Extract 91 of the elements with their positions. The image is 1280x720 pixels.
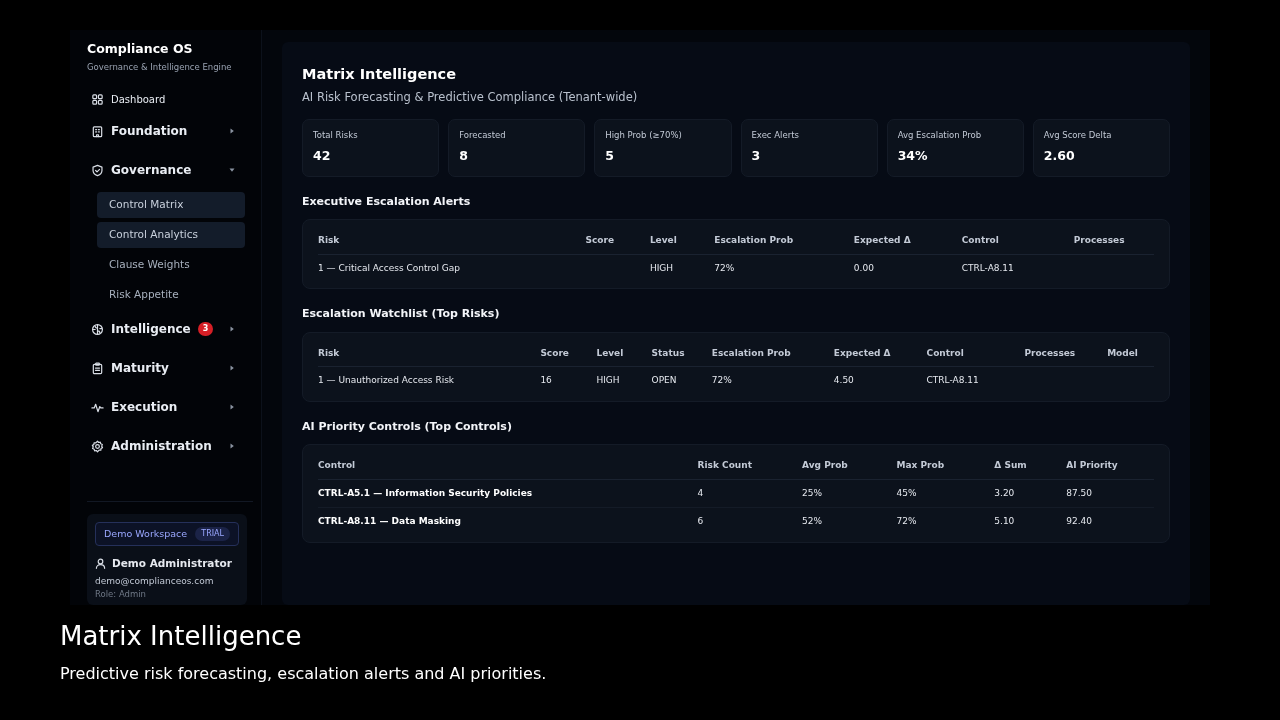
nav-item[interactable]: Execution xyxy=(87,387,253,427)
table-cell: 72% xyxy=(714,262,735,273)
table-cell: 72% xyxy=(711,375,732,385)
table-cell: 72% xyxy=(896,516,917,526)
column-header: Escalation Prob xyxy=(714,235,794,245)
workspace-selector[interactable]: Demo Workspace TRIAL xyxy=(95,521,239,546)
table-cell: 4 xyxy=(697,487,704,498)
brain-icon xyxy=(91,322,104,336)
table-cell: CTRL-A5.1 — Information Security Policies xyxy=(318,487,533,498)
column-header: Control xyxy=(961,235,999,245)
user-role: Role: Admin xyxy=(95,588,147,601)
clipboard-icon xyxy=(91,361,104,375)
stat-label: Forecasted xyxy=(459,129,507,142)
section-title: Executive Escalation Alerts xyxy=(302,193,472,210)
table-cell: 52% xyxy=(802,516,823,526)
nav-item[interactable]: Foundation xyxy=(87,111,253,151)
nav-subitem[interactable]: Clause Weights xyxy=(97,251,245,278)
column-header: Risk Count xyxy=(697,460,752,470)
stat-value: 34% xyxy=(897,146,929,165)
building-icon xyxy=(91,124,104,138)
table-cell: 1 — Unauthorized Access Risk xyxy=(318,375,455,385)
nav-item[interactable]: Administration xyxy=(87,426,253,466)
column-header: Risk xyxy=(318,347,340,358)
table-cell: 25% xyxy=(802,487,823,498)
column-header: Δ Sum xyxy=(994,460,1027,470)
table-cell: CTRL-A8.11 xyxy=(961,262,1014,273)
column-header: Control xyxy=(318,460,356,470)
column-header: Control xyxy=(926,347,964,358)
notification-badge: 3 xyxy=(197,322,214,336)
column-header: Avg Prob xyxy=(802,460,848,470)
table-cell: 0.00 xyxy=(853,262,874,273)
table-cell: 45% xyxy=(896,487,917,498)
table-cell: 6 xyxy=(697,516,704,526)
stat-label: Avg Escalation Prob xyxy=(897,129,983,142)
user-icon xyxy=(95,558,106,570)
column-header: Expected Δ xyxy=(833,347,891,358)
caption-title: Matrix Intelligence xyxy=(60,620,303,653)
table-cell: 5.10 xyxy=(994,516,1015,526)
column-header: Max Prob xyxy=(896,460,945,470)
stat-value: 42 xyxy=(313,146,332,165)
column-header: Model xyxy=(1107,347,1138,358)
column-header: Processes xyxy=(1024,347,1076,358)
nav-item[interactable]: Intelligence 3 xyxy=(87,309,253,349)
stat-label: Avg Score Delta xyxy=(1043,129,1113,142)
table-cell: HIGH xyxy=(596,375,620,385)
column-header: AI Priority xyxy=(1066,460,1118,470)
column-header: Escalation Prob xyxy=(711,347,791,358)
column-header: Score xyxy=(585,235,615,245)
caption-text: Predictive risk forecasting, escalation alerts and AI priorities. xyxy=(60,663,548,685)
nav-subitem[interactable]: Risk Appetite xyxy=(97,281,245,308)
column-header: Status xyxy=(651,347,685,358)
table-cell: 3.20 xyxy=(994,487,1015,498)
table-cell: CTRL-A8.11 — Data Masking xyxy=(318,516,461,526)
nav-item[interactable]: Dashboard xyxy=(87,87,253,112)
stat-label: Total Risks xyxy=(313,129,359,142)
shield-icon xyxy=(91,163,104,177)
grid-icon xyxy=(91,93,104,106)
column-header: Processes xyxy=(1073,235,1125,245)
app-title: Compliance OS xyxy=(87,40,194,58)
nav-subitem[interactable]: Control Analytics xyxy=(97,221,245,248)
nav-item[interactable]: Maturity xyxy=(87,348,253,388)
table-cell: 87.50 xyxy=(1066,487,1092,498)
stat-value: 8 xyxy=(459,146,469,165)
plan-badge: TRIAL xyxy=(195,526,230,541)
table-cell: 16 xyxy=(540,375,552,385)
column-header: Level xyxy=(649,235,677,245)
table-cell: 92.40 xyxy=(1066,516,1092,526)
column-header: Risk xyxy=(318,235,340,245)
app-subtitle: Governance & Intelligence Engine xyxy=(87,60,233,74)
column-header: Expected Δ xyxy=(853,235,911,245)
table-cell: CTRL-A8.11 xyxy=(926,375,979,385)
user-email: demo@complianceos.com xyxy=(95,574,215,588)
page-subtitle: AI Risk Forecasting & Predictive Compliance (Tenant-wide) xyxy=(302,88,639,106)
user-name: Demo Administrator xyxy=(112,556,232,571)
column-header: Score xyxy=(540,347,569,358)
table-cell: HIGH xyxy=(649,262,674,273)
table-cell: 4.50 xyxy=(833,375,854,385)
settings-icon xyxy=(91,439,104,453)
stat-value: 3 xyxy=(751,146,762,165)
stat-label: Exec Alerts xyxy=(751,129,800,142)
stat-value: 2.60 xyxy=(1043,146,1076,165)
stat-value: 5 xyxy=(605,146,616,165)
column-header: Level xyxy=(596,347,624,358)
nav-subitem[interactable]: Control Matrix xyxy=(97,191,245,218)
section-title: Escalation Watchlist (Top Risks) xyxy=(302,306,501,322)
table-cell: 1 — Critical Access Control Gap xyxy=(318,262,461,273)
table-cell: OPEN xyxy=(651,375,677,385)
page-title: Matrix Intelligence xyxy=(302,65,458,84)
stat-label: High Prob (≥70%) xyxy=(605,129,683,142)
nav-item[interactable]: Governance xyxy=(87,150,253,190)
section-title: AI Priority Controls (Top Controls) xyxy=(302,418,513,435)
